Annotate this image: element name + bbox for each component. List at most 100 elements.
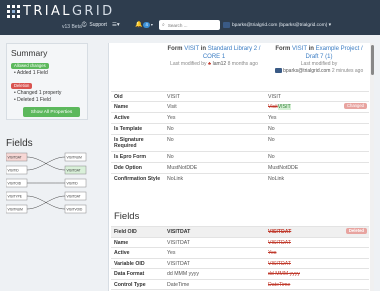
table-row: Oid VISIT VISIT	[111, 91, 369, 102]
main-menu-dropdown[interactable]: ☰▾	[112, 22, 120, 28]
removed-text: dd MMM yyyy	[268, 271, 300, 277]
user-label: bparks@trialgrid.com (bparks@trialgrid.c…	[232, 22, 332, 28]
user-icon: ♣	[207, 61, 212, 67]
right-value: NoLink	[265, 173, 369, 191]
left-value: No	[164, 134, 265, 152]
left-value: VISITDAT	[164, 226, 265, 237]
table-row: Name Visit VisitVISIT Changed	[111, 101, 369, 113]
search-box: ⌕	[159, 20, 220, 30]
field-comparison-table: Field OID VISITDAT VISITDAT Deleted Name…	[111, 226, 369, 291]
right-field-label: VISITDAT	[67, 195, 81, 199]
form-name-link[interactable]: VISIT	[292, 46, 307, 52]
property-name: Oid	[111, 91, 164, 102]
scrollbar-thumb[interactable]	[371, 45, 374, 75]
form-properties-table: Oid VISIT VISIT Name Visit VisitVISIT Ch…	[111, 91, 369, 191]
modified-user: bparks@trialgrid.com	[283, 68, 331, 74]
left-value: VISITDAT	[164, 257, 265, 269]
left-value: Yes	[164, 247, 265, 258]
property-name: Active	[111, 247, 164, 258]
table-row: Data Format dd MMM yyyy dd MMM yyyy	[111, 268, 369, 279]
avatar	[274, 68, 282, 74]
right-value: Yes	[265, 112, 369, 124]
modified-user: lam12	[212, 61, 227, 67]
table-row: Dde Option MustNotDDE MustNotDDE	[111, 162, 369, 174]
summary-added-item: • Added 1 Field	[14, 70, 48, 76]
form-name-link[interactable]: VISIT	[184, 46, 199, 52]
removed-text: VISITDAT	[268, 260, 291, 267]
compare-panel: Form VISIT in Standard Library 2 / CORE …	[108, 43, 374, 291]
property-name: Is Template	[111, 123, 164, 135]
right-value: VISITDAT	[265, 236, 369, 248]
table-row: Is Template No No	[111, 123, 369, 135]
right-value: VISITDAT Deleted	[265, 226, 369, 237]
removed-text: DateTime	[268, 281, 291, 288]
right-form-header: Form VISIT in Example Project / Draft 7 …	[269, 45, 369, 75]
search-input[interactable]	[167, 22, 216, 28]
removed-text: Yes	[268, 250, 277, 256]
allowed-changes-badge: Allowed changes	[11, 63, 49, 69]
table-row: Variable OID VISITDAT VISITDAT	[111, 257, 369, 269]
left-value: dd MMM yyyy	[164, 268, 265, 279]
property-name: Is Signature Required	[111, 134, 164, 152]
support-icon: ⛑	[81, 22, 88, 28]
changed-badge: Changed	[344, 103, 367, 109]
table-row: Name VISITDAT VISITDAT	[111, 236, 369, 248]
version-label: v13 Beta	[62, 24, 82, 30]
form-word: Form	[275, 46, 291, 52]
right-value: Yes	[265, 247, 369, 258]
library-link[interactable]: Standard Library 2 / CORE 1	[203, 46, 261, 60]
right-value: VISITDAT	[265, 257, 369, 269]
summary-panel: Summary Allowed changes • Added 1 Field …	[6, 43, 88, 120]
in-word: in	[308, 46, 314, 52]
table-row: Active Yes Yes	[111, 247, 369, 258]
right-value: No	[265, 134, 369, 152]
top-navbar: TRIALGRID v13 Beta ⛑ Support ☰▾ 🔔 4 ▾ ⌕ …	[0, 0, 380, 35]
left-value: MustNotDDE	[164, 162, 265, 174]
show-all-properties-button[interactable]: Show All Properties	[23, 107, 80, 117]
right-field-label: VISITNUM	[67, 156, 83, 160]
left-value: No	[164, 151, 265, 163]
removed-text: VISITDAT	[268, 229, 292, 235]
table-row: Is Signature Required No No	[111, 134, 369, 152]
summary-title: Summary	[11, 48, 48, 58]
logo-text-light: GRID	[71, 3, 115, 19]
modified-prefix: Last modified by	[170, 61, 207, 67]
property-name: Data Format	[111, 268, 164, 279]
property-name: Control Type	[111, 278, 164, 290]
user-menu[interactable]: bparks@trialgrid.com (bparks@trialgrid.c…	[223, 22, 331, 28]
right-field-label: VISITID	[67, 182, 79, 186]
right-field-label: VISITVOID	[67, 208, 83, 212]
support-link[interactable]: ⛑ Support	[81, 22, 107, 28]
fields-section-title: Fields	[114, 211, 140, 222]
mapping-line	[26, 156, 66, 171]
right-field-label: VISITDAT	[67, 169, 81, 173]
table-row: Is Epro Form No No	[111, 151, 369, 163]
added-text: VISIT	[277, 104, 291, 110]
modified-prefix: Last modified by	[300, 61, 338, 67]
right-value: MustNotDDE	[265, 162, 369, 174]
fields-title: Fields	[6, 138, 33, 149]
vertical-scrollbar[interactable]	[370, 43, 374, 291]
left-value: No	[164, 123, 265, 135]
modified-when: 8 months ago	[227, 61, 258, 67]
in-word: in	[200, 46, 207, 52]
notifications-button[interactable]: 🔔 4 ▾	[135, 21, 153, 28]
field-header-row: Field OID VISITDAT VISITDAT Deleted	[111, 226, 369, 237]
table-row: Active Yes Yes	[111, 112, 369, 124]
library-link[interactable]: Example Project / Draft 7 (1)	[305, 46, 362, 60]
modified-when: 2 minutes ago	[331, 68, 364, 74]
property-name: Variable OID	[111, 257, 164, 269]
left-field-label: VISITNUM	[8, 208, 24, 212]
trialgrid-logo[interactable]: TRIALGRID	[7, 3, 115, 19]
form-word: Form	[167, 46, 183, 52]
left-value: Visit	[164, 101, 265, 113]
right-value: dd MMM yyyy	[265, 268, 369, 279]
left-field-label: VISITYPE	[8, 195, 22, 199]
left-field-label: VISITOID	[8, 182, 22, 186]
right-value: No	[265, 123, 369, 135]
property-name: Field OID	[111, 226, 164, 237]
avatar	[223, 22, 230, 28]
right-value: DateTime	[265, 278, 369, 290]
support-label: Support	[89, 22, 107, 28]
summary-deleted-item: • Deleted 1 Field	[14, 97, 51, 103]
